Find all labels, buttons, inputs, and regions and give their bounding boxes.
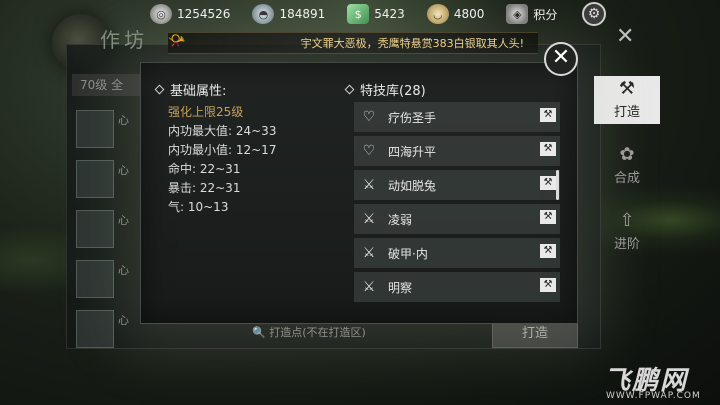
tab-forge[interactable]: ⚒ 打造 [594,76,660,124]
skill-library-section: 特技库(28) [344,80,560,99]
skill-name: 凌弱 [388,212,413,227]
craft-location-hint: 🔍 打造点(不在打造区) [252,326,366,339]
close-icon: ✕ [551,45,571,70]
close-dialog-button[interactable]: ✕ [544,42,578,76]
heart-cross-icon: ♡ [362,109,376,125]
hammer-icon: ⚒ [540,176,556,190]
settings-gear-icon[interactable]: ⚙ [582,2,606,26]
resource-silver: ◎ 1254526 [150,4,230,24]
recipe-item[interactable]: 心 [72,256,142,306]
recipe-item[interactable]: 心 [72,306,142,356]
watermark-url: WWW.FPWAP.COM [606,391,701,401]
sword-icon: ⚔ [362,177,376,193]
tab-advance-label: 进阶 [613,237,640,252]
item-thumbnail [76,260,114,298]
resource-value: 4800 [453,7,485,21]
skill-item[interactable]: ♡ 疗伤圣手 ⚒ [354,102,560,132]
hammer-icon: ⚒ [540,108,556,122]
attribute-row: 暴击: 22~31 [168,181,241,195]
skill-item[interactable]: ♡ 四海升平 ⚒ [354,136,560,166]
skill-name: 四海升平 [388,144,437,159]
diamond-icon [344,84,355,95]
resource-value: 积分 [533,7,558,22]
skill-item[interactable]: ⚔ 破甲·内 ⚒ [354,238,560,268]
tab-advance[interactable]: ⇧ 进阶 [594,208,660,256]
pot-icon: ◓ [252,4,275,24]
tab-combine-label: 合成 [613,171,640,186]
window-close-icon[interactable]: ✕ [616,24,634,49]
advance-icon: ⇧ [619,210,635,231]
skill-name: 明察 [388,280,413,295]
banknote-icon: $ [347,4,370,24]
heart-cross-icon: ♡ [362,143,376,159]
sword-icon: ⚔ [362,279,376,295]
attribute-row: 内功最小值: 12~17 [168,143,277,157]
upgrade-limit: 强化上限25级 [168,105,244,119]
shield-icon: ◈ [506,4,529,24]
skill-item[interactable]: ⚔ 凌弱 ⚒ [354,204,560,234]
watermark-logo: 飞鹏网 WWW.FPWAP.COM [604,360,720,405]
hammer-icon: ⚒ [540,278,556,292]
film-reel-icon: ◎ [150,4,172,24]
skill-name: 动如脱兔 [388,178,437,193]
bowl-icon: ◡ [426,4,449,24]
item-thumbnail [76,310,114,348]
attribute-row: 命中: 22~31 [168,162,241,176]
skill-name: 疗伤圣手 [388,110,437,125]
side-nav: ⚒ 打造 ✿ 合成 ⇧ 进阶 [594,76,664,274]
attribute-row: 内功最大值: 24~33 [168,124,277,138]
skill-list[interactable]: ♡ 疗伤圣手 ⚒ ♡ 四海升平 ⚒ ⚔ 动如脱兔 ⚒ ⚔ 凌弱 ⚒ ⚔ 破甲·内… [354,102,560,302]
craft-location-text: 打造点(不在打造区) [269,326,366,339]
resource-points: ◈ 积分 [506,4,557,24]
skill-library-title: 特技库(28) [360,84,426,99]
anvil-icon: ⚒ [618,78,636,99]
hammer-icon: ⚒ [540,142,556,156]
item-thumbnail [76,160,114,198]
recipe-list: 心 心 心 心 心 [72,106,142,356]
combine-icon: ✿ [619,144,635,165]
workshop-title: 作坊 [100,28,148,52]
tab-combine[interactable]: ✿ 合成 [594,142,660,190]
announcement-banner: 宇文罪大恶极，秃鹰特悬赏383白银取其人头! [168,32,538,54]
attribute-row: 气: 10~13 [168,200,229,214]
recipe-item[interactable]: 心 [72,206,142,256]
skill-item[interactable]: ⚔ 动如脱兔 ⚒ [354,170,560,200]
skill-item[interactable]: ⚔ 明察 ⚒ [354,272,560,302]
sword-icon: ⚔ [362,211,376,227]
hammer-icon: ⚒ [540,210,556,224]
diamond-icon [154,84,165,95]
resource-value: 5423 [374,7,405,21]
recipe-item[interactable]: 心 [72,156,142,206]
skill-name: 破甲·内 [388,246,428,261]
item-thumbnail [76,210,114,248]
item-thumbnail [76,110,114,148]
resource-value: 1254526 [177,7,231,21]
resource-bowl: ◡ 4800 [426,4,485,24]
resource-pot: ◓ 184891 [252,4,325,24]
sword-icon: ⚔ [362,245,376,261]
recipe-item[interactable]: 心 [72,106,142,156]
base-attributes-section: 基础属性: 强化上限25级 内功最大值: 24~33 内功最小值: 12~17 … [154,80,336,215]
base-attributes-title: 基础属性: [170,84,227,99]
hammer-icon: ⚒ [540,244,556,258]
section-header: 特技库(28) [344,80,560,99]
resource-bar: ◎ 1254526 ◓ 184891 $ 5423 ◡ 4800 ◈ 积分 [150,0,579,28]
resource-value: 184891 [279,7,326,21]
tab-forge-label: 打造 [613,105,640,120]
section-header: 基础属性: [154,80,336,99]
resource-notes: $ 5423 [347,4,405,24]
horn-icon: 📯 [168,33,186,49]
skill-list-scrollbar[interactable] [556,170,559,200]
